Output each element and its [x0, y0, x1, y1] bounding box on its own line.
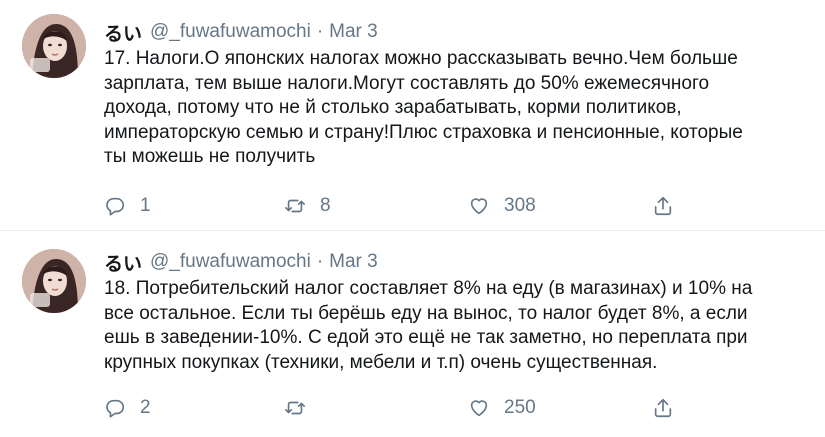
reply-count: 2 — [140, 397, 151, 418]
share-button[interactable] — [652, 195, 674, 217]
share-icon — [652, 195, 674, 217]
tweet-header: るい @_fuwafuwamochi · Mar 3 — [104, 19, 805, 46]
tweet[interactable]: るい @_fuwafuwamochi · Mar 3 17. Налоги.О … — [0, 0, 825, 231]
reply-count: 1 — [140, 195, 151, 216]
user-handle[interactable]: @_fuwafuwamochi — [150, 21, 311, 43]
timeline: るい @_fuwafuwamochi · Mar 3 17. Налоги.О … — [0, 0, 825, 437]
retweet-icon — [284, 195, 306, 217]
share-icon — [652, 397, 674, 419]
share-button[interactable] — [652, 397, 674, 419]
like-button[interactable]: 308 — [468, 195, 536, 217]
display-name[interactable]: るい — [104, 249, 142, 276]
reply-icon — [104, 397, 126, 419]
tweet-date[interactable]: Mar 3 — [329, 251, 378, 273]
retweet-count: 8 — [320, 195, 331, 216]
user-handle[interactable]: @_fuwafuwamochi — [150, 251, 311, 273]
reply-icon — [104, 195, 126, 217]
tweet-body: るい @_fuwafuwamochi · Mar 3 18. Потребите… — [104, 249, 805, 418]
tweet-text: 18. Потребительский налог составляет 8% … — [104, 278, 753, 373]
like-count: 250 — [504, 397, 536, 418]
reply-button[interactable]: 2 — [104, 397, 151, 419]
avatar[interactable] — [22, 14, 86, 78]
tweet[interactable]: るい @_fuwafuwamochi · Mar 3 18. Потребите… — [0, 231, 825, 437]
heart-icon — [468, 397, 490, 419]
retweet-button[interactable]: 8 — [284, 195, 331, 217]
retweet-icon — [284, 397, 306, 419]
tweet-date[interactable]: Mar 3 — [329, 21, 378, 43]
tweet-text: 17. Налоги.О японских налогах можно расс… — [104, 48, 743, 167]
display-name[interactable]: るい — [104, 19, 142, 46]
tweet-body: るい @_fuwafuwamochi · Mar 3 17. Налоги.О … — [104, 19, 805, 216]
like-count: 308 — [504, 195, 536, 216]
separator-dot: · — [316, 251, 324, 272]
tweet-header: るい @_fuwafuwamochi · Mar 3 — [104, 249, 805, 276]
separator-dot: · — [316, 21, 324, 42]
retweet-button[interactable] — [284, 397, 320, 419]
heart-icon — [468, 195, 490, 217]
like-button[interactable]: 250 — [468, 397, 536, 419]
avatar[interactable] — [22, 249, 86, 313]
reply-button[interactable]: 1 — [104, 195, 151, 217]
